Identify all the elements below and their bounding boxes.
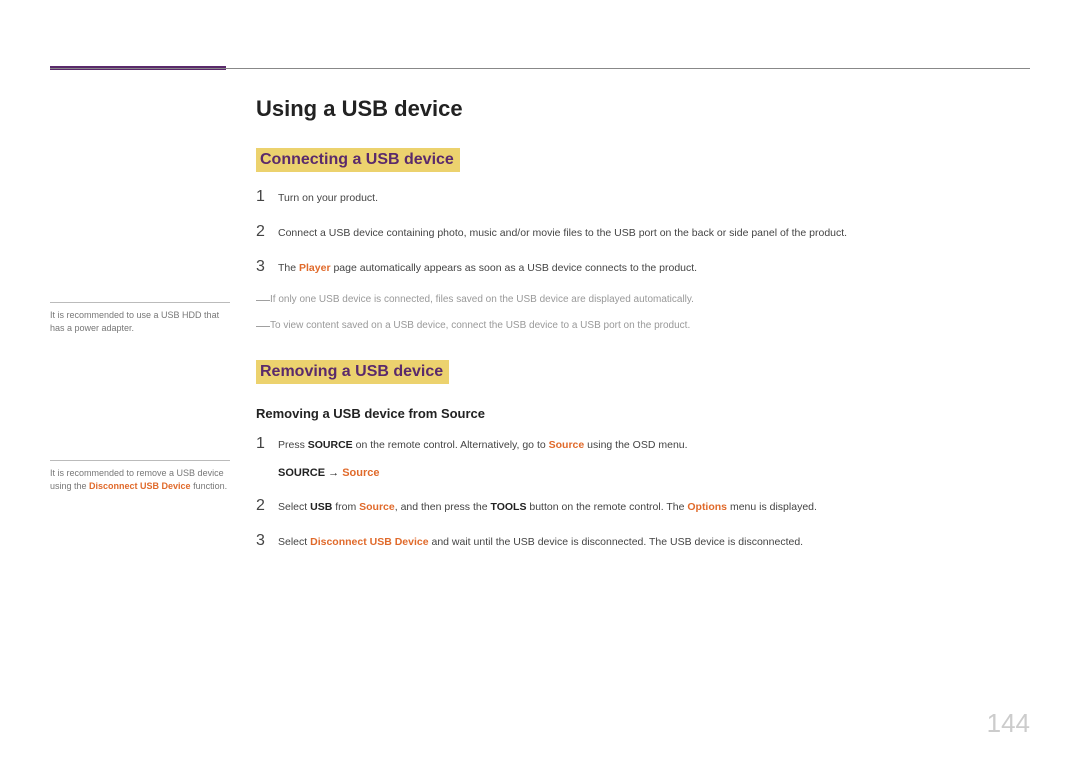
note-text: If only one USB device is connected, fil…	[270, 292, 694, 314]
sidebar-note-2: It is recommended to remove a USB device…	[50, 460, 230, 492]
t: button on the remote control. The	[526, 501, 687, 513]
rstep-3: 3 Select Disconnect USB Device and wait …	[256, 532, 1030, 551]
t: The	[278, 262, 299, 274]
dash-icon: ―	[256, 289, 270, 311]
page-number: 144	[987, 708, 1030, 739]
t: and wait until the USB device is disconn…	[429, 536, 804, 548]
source-em: Source	[359, 501, 395, 513]
note-text: To view content saved on a USB device, c…	[270, 318, 690, 340]
t: Select	[278, 536, 310, 548]
t: menu is displayed.	[727, 501, 817, 513]
t: , and then press the	[395, 501, 491, 513]
player-term: Player	[299, 262, 331, 274]
t: from	[332, 501, 359, 513]
sidebar-note-2-post: function.	[191, 481, 228, 491]
connecting-notes: ― If only one USB device is connected, f…	[256, 292, 1030, 339]
t: Press	[278, 439, 308, 451]
step-num: 1	[256, 435, 278, 453]
source-term: SOURCE	[308, 439, 353, 451]
page-title: Using a USB device	[256, 96, 1030, 122]
step-num: 3	[256, 532, 278, 550]
top-rule	[50, 68, 1030, 69]
step-text: Press SOURCE on the remote control. Alte…	[278, 438, 688, 454]
removing-subheading: Removing a USB device from Source	[256, 406, 1030, 421]
note-2: ― To view content saved on a USB device,…	[256, 318, 1030, 340]
section-connecting-heading: Connecting a USB device	[256, 148, 460, 172]
step-text: Turn on your product.	[278, 191, 378, 207]
step-num: 1	[256, 188, 278, 206]
main-content: Using a USB device Connecting a USB devi…	[256, 96, 1030, 567]
rstep-2: 2 Select USB from Source, and then press…	[256, 497, 1030, 516]
step-num: 2	[256, 223, 278, 241]
t: Select	[278, 501, 310, 513]
step-text: Select USB from Source, and then press t…	[278, 500, 817, 516]
step-num: 2	[256, 497, 278, 515]
connecting-steps: 1 Turn on your product. 2 Connect a USB …	[256, 188, 1030, 276]
step-1: 1 Turn on your product.	[256, 188, 1030, 207]
disconnect-em: Disconnect USB Device	[310, 536, 428, 548]
usb-term: USB	[310, 501, 332, 513]
step-2: 2 Connect a USB device containing photo,…	[256, 223, 1030, 242]
arrow-icon: →	[325, 467, 342, 479]
note-1: ― If only one USB device is connected, f…	[256, 292, 1030, 314]
tools-term: TOOLS	[490, 501, 526, 513]
step-text: The Player page automatically appears as…	[278, 261, 697, 277]
removing-steps: 1 Press SOURCE on the remote control. Al…	[256, 435, 1030, 551]
step-text: Select Disconnect USB Device and wait un…	[278, 535, 803, 551]
path-source: SOURCE	[278, 467, 325, 479]
t: using the OSD menu.	[584, 439, 687, 451]
nav-path: SOURCE → Source	[278, 467, 1030, 479]
t: page automatically appears as soon as a …	[331, 262, 698, 274]
source-link: Source	[549, 439, 585, 451]
sidebar-note-1: It is recommended to use a USB HDD that …	[50, 302, 230, 334]
rstep-1: 1 Press SOURCE on the remote control. Al…	[256, 435, 1030, 454]
t: on the remote control. Alternatively, go…	[353, 439, 549, 451]
sidebar-note-1-text: It is recommended to use a USB HDD that …	[50, 310, 219, 333]
path-source-em: Source	[342, 467, 379, 479]
dash-icon: ―	[256, 315, 270, 337]
step-num: 3	[256, 258, 278, 276]
section-removing-heading: Removing a USB device	[256, 360, 449, 384]
options-em: Options	[687, 501, 727, 513]
sidebar-note-2-em: Disconnect USB Device	[89, 481, 191, 491]
step-text: Connect a USB device containing photo, m…	[278, 226, 847, 242]
step-3: 3 The Player page automatically appears …	[256, 258, 1030, 277]
